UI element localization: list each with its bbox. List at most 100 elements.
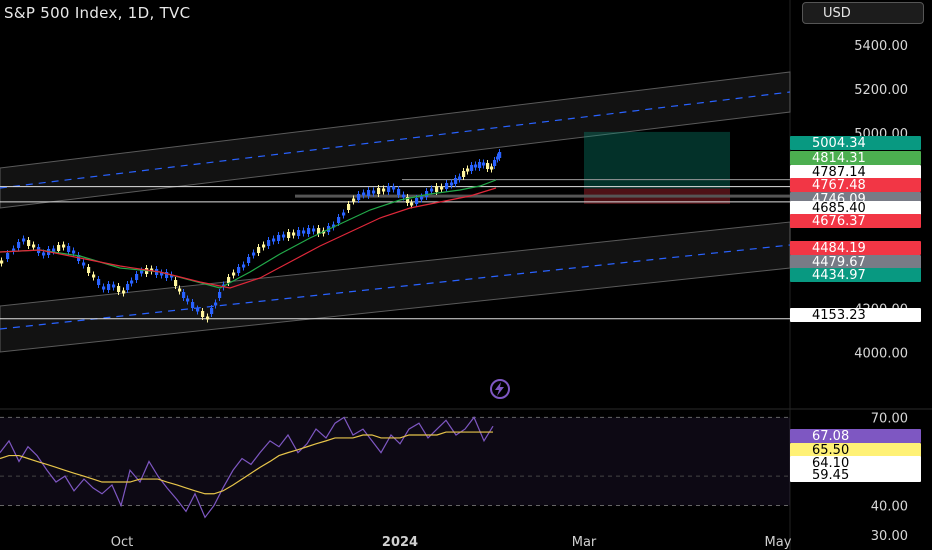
candle	[242, 264, 246, 268]
candle	[218, 292, 222, 298]
candle	[67, 246, 71, 252]
candle	[486, 163, 490, 169]
candle	[337, 217, 341, 223]
rsi-label-box	[790, 456, 921, 470]
candle	[130, 280, 134, 284]
candle	[402, 194, 406, 198]
rsi-band	[0, 417, 790, 506]
candle	[107, 284, 111, 290]
candle	[97, 279, 101, 285]
candle	[297, 230, 301, 236]
rsi-label-box	[790, 443, 921, 457]
candle	[214, 302, 218, 306]
candle	[454, 178, 458, 184]
lightning-bolt-icon[interactable]	[480, 378, 520, 400]
candle	[178, 288, 182, 292]
price-label-text: 4676.37	[812, 214, 866, 229]
candle	[430, 188, 434, 192]
candle	[478, 162, 482, 168]
candle	[196, 308, 200, 312]
candle	[470, 165, 474, 171]
price-label-text: 4767.48	[812, 178, 866, 193]
rsi-label-65.50	[790, 443, 921, 457]
candle	[490, 166, 494, 170]
candle	[372, 190, 376, 194]
candle	[302, 230, 306, 234]
candle	[42, 252, 46, 256]
candle	[232, 272, 236, 276]
candle	[357, 194, 361, 200]
candle	[392, 186, 396, 190]
price-axis-tick: 5400.00	[854, 39, 908, 54]
candle	[307, 228, 311, 234]
candle	[410, 202, 414, 206]
candle	[17, 242, 21, 248]
rsi-axis-tick: 40.00	[871, 500, 908, 515]
price-label-text: 4434.97	[812, 268, 866, 283]
candle	[377, 188, 381, 194]
candle	[135, 274, 139, 280]
candle	[191, 302, 195, 308]
price-axis-tick: 4000.00	[854, 346, 908, 361]
candle	[27, 240, 31, 246]
rsi-label-64.10	[790, 456, 921, 470]
candle	[445, 183, 449, 189]
candle	[362, 192, 366, 196]
time-axis-tick: Oct	[111, 535, 133, 550]
candle	[87, 267, 91, 273]
candle	[112, 284, 116, 288]
candle	[82, 262, 86, 266]
candle	[287, 232, 291, 238]
candle	[435, 186, 439, 192]
rsi-label-text: 59.45	[812, 468, 849, 483]
candle	[182, 292, 186, 298]
candle	[282, 234, 286, 238]
candle	[210, 308, 214, 314]
candle	[237, 267, 241, 273]
rsi-axis-tick: 70.00	[871, 411, 908, 426]
rsi-label-59.45	[790, 468, 921, 482]
candle	[272, 238, 276, 242]
rsi-label-67.08	[790, 429, 921, 443]
candle	[206, 316, 210, 320]
candle	[458, 176, 462, 180]
candle	[415, 198, 419, 204]
candle	[186, 298, 190, 302]
price-label-text: 4153.23	[812, 308, 866, 323]
candle	[277, 235, 281, 241]
candle	[0, 260, 4, 264]
candle	[57, 245, 61, 251]
candle	[32, 244, 36, 248]
price-label-text: 5004.34	[812, 136, 866, 151]
candle	[262, 244, 266, 248]
candle	[462, 171, 466, 177]
profit-zone	[584, 131, 730, 189]
candle	[126, 284, 130, 290]
candle	[267, 240, 271, 246]
rsi-label-text: 67.08	[812, 429, 849, 444]
candle	[92, 274, 96, 278]
candle	[493, 160, 497, 166]
chart-title: S&P 500 Index, 1D, TVC	[4, 4, 191, 22]
currency-button[interactable]: USD	[802, 2, 924, 24]
candle	[227, 277, 231, 283]
candle	[6, 253, 10, 259]
candle	[397, 189, 401, 195]
candle	[382, 188, 386, 192]
candle	[482, 162, 486, 166]
rsi-label-box	[790, 429, 921, 443]
candle	[312, 228, 316, 232]
price-label-text: 4814.31	[812, 151, 866, 166]
candle	[342, 212, 346, 216]
chart-canvas[interactable]: 4000.004200.005000.005200.005400.005004.…	[0, 0, 932, 550]
candle	[474, 164, 478, 168]
candle	[140, 270, 144, 274]
candle	[201, 311, 205, 317]
candle	[387, 186, 391, 192]
candle	[22, 238, 26, 242]
candle	[498, 152, 502, 158]
candle	[72, 250, 76, 254]
candle	[347, 204, 351, 210]
candle	[102, 286, 106, 290]
price-axis-tick: 5200.00	[854, 83, 908, 98]
